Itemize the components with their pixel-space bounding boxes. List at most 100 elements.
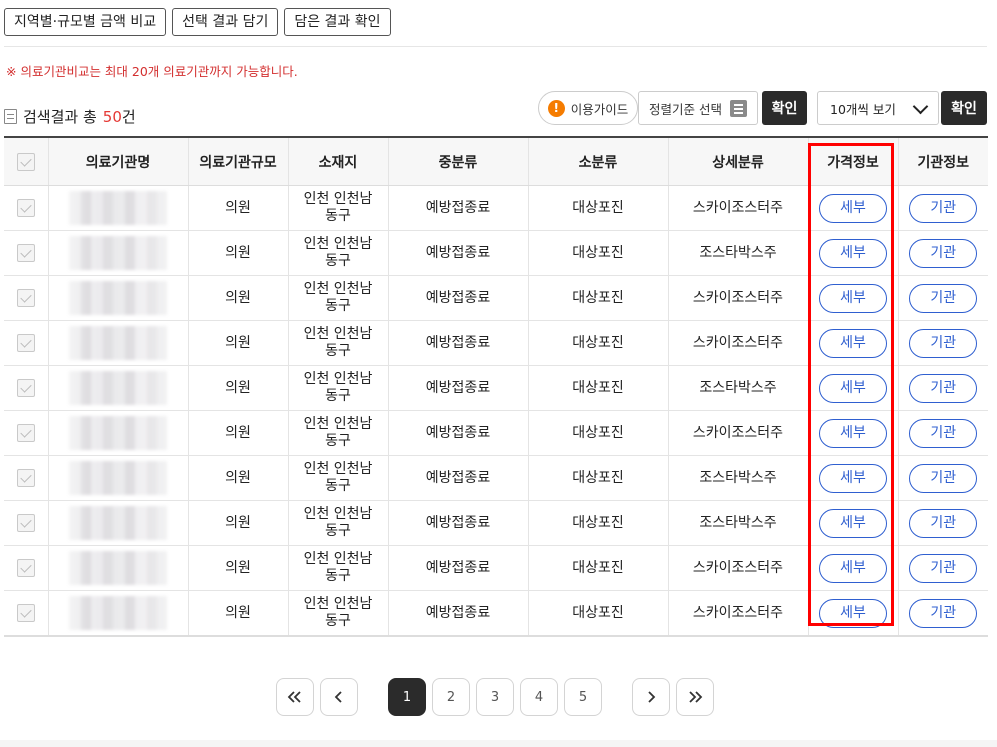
mid-category-cell: 예방접종료 [388, 455, 529, 501]
usage-guide-button[interactable]: ! 이용가이드 [538, 91, 638, 125]
price-detail-button[interactable]: 세부 [819, 508, 887, 538]
institution-name-cell [48, 365, 189, 411]
detail-category-cell: 조스타박스주 [668, 230, 809, 276]
location-line-2: 동구 [325, 343, 351, 359]
next-page-button[interactable] [632, 678, 670, 716]
institution-info-button[interactable]: 기관 [909, 193, 978, 223]
detail-category-cell: 조스타박스주 [668, 365, 809, 411]
location-line-1: 인천 인천남 [303, 416, 373, 432]
price-info-cell: 세부 [808, 455, 899, 501]
location-cell: 인천 인천남 동구 [288, 590, 389, 637]
page-1-button[interactable]: 1 [388, 678, 426, 716]
row-checkbox[interactable] [16, 559, 35, 577]
header-institution-name: 의료기관명 [48, 136, 189, 186]
per-page-confirm-button[interactable]: 확인 [941, 91, 987, 125]
location-cell: 인천 인천남 동구 [288, 320, 389, 366]
institution-info-button[interactable]: 기관 [909, 283, 978, 313]
table-row: 의원 인천 인천남 동구 예방접종료 대상포진 스카이조스터주 세부 기관 [4, 545, 988, 591]
double-chevron-left-icon [287, 691, 301, 703]
page-4-button[interactable]: 4 [520, 678, 558, 716]
last-page-button[interactable] [676, 678, 714, 716]
institution-name-cell [48, 410, 189, 456]
row-checkbox[interactable] [16, 244, 35, 262]
row-checkbox[interactable] [16, 604, 35, 622]
institution-name-cell [48, 590, 189, 637]
mid-category-cell: 예방접종료 [388, 320, 529, 366]
institution-info-button[interactable]: 기관 [909, 418, 978, 448]
table-body: 의원 인천 인천남 동구 예방접종료 대상포진 스카이조스터주 세부 기관 의원 인천 인천남 동구… [4, 185, 988, 637]
location-line-2: 동구 [325, 478, 351, 494]
institution-size-cell: 의원 [188, 185, 289, 231]
page-3-button[interactable]: 3 [476, 678, 514, 716]
price-detail-button[interactable]: 세부 [819, 463, 887, 493]
institution-info-button[interactable]: 기관 [909, 373, 978, 403]
institution-info-button[interactable]: 기관 [909, 508, 978, 538]
usage-guide-label: 이용가이드 [570, 101, 629, 117]
table-header-row: 의료기관명 의료기관규모 소재지 중분류 소분류 상세분류 가격정보 기관정보 [4, 136, 988, 186]
row-checkbox[interactable] [16, 469, 35, 487]
result-prefix: 검색결과 총 [23, 108, 97, 126]
institution-info-cell: 기관 [898, 410, 988, 456]
results-table: 의료기관명 의료기관규모 소재지 중분류 소분류 상세분류 가격정보 기관정보 … [4, 136, 988, 637]
price-detail-button[interactable]: 세부 [819, 418, 887, 448]
table-row: 의원 인천 인천남 동구 예방접종료 대상포진 스카이조스터주 세부 기관 [4, 320, 988, 366]
table-row: 의원 인천 인천남 동구 예방접종료 대상포진 조스타박스주 세부 기관 [4, 455, 988, 501]
price-info-cell: 세부 [808, 500, 899, 546]
sub-category-cell: 대상포진 [528, 455, 669, 501]
institution-info-button[interactable]: 기관 [909, 463, 978, 493]
sort-criteria-button[interactable]: 정렬기준 선택 [638, 91, 758, 125]
institution-info-button[interactable]: 기관 [909, 328, 978, 358]
institution-size-cell: 의원 [188, 545, 289, 591]
per-page-select[interactable]: 10개씩 보기 [817, 91, 939, 125]
detail-category-cell: 스카이조스터주 [668, 320, 809, 366]
institution-info-button[interactable]: 기관 [909, 598, 978, 628]
institution-info-cell: 기관 [898, 320, 988, 366]
mid-category-cell: 예방접종료 [388, 500, 529, 546]
price-info-cell: 세부 [808, 545, 899, 591]
first-page-button[interactable] [276, 678, 314, 716]
pagination: 1 2 3 4 5 [0, 678, 997, 716]
price-detail-button[interactable]: 세부 [819, 373, 887, 403]
page-5-button[interactable]: 5 [564, 678, 602, 716]
header-mid-category: 중분류 [388, 136, 529, 186]
price-info-cell: 세부 [808, 410, 899, 456]
row-checkbox[interactable] [16, 199, 35, 217]
location-line-2: 동구 [325, 388, 351, 404]
row-checkbox[interactable] [16, 289, 35, 307]
row-select-cell [4, 455, 49, 501]
blurred-institution-name [69, 506, 167, 540]
institution-info-cell: 기관 [898, 185, 988, 231]
price-detail-button[interactable]: 세부 [819, 598, 887, 628]
result-suffix: 건 [121, 108, 136, 126]
prev-page-button[interactable] [320, 678, 358, 716]
institution-info-button[interactable]: 기관 [909, 238, 978, 268]
region-size-compare-button[interactable]: 지역별·규모별 금액 비교 [4, 8, 167, 36]
price-detail-button[interactable]: 세부 [819, 193, 887, 223]
page-2-button[interactable]: 2 [432, 678, 470, 716]
sub-category-cell: 대상포진 [528, 590, 669, 637]
location-line-1: 인천 인천남 [303, 371, 373, 387]
price-detail-button[interactable]: 세부 [819, 283, 887, 313]
row-checkbox[interactable] [16, 424, 35, 442]
location-cell: 인천 인천남 동구 [288, 365, 389, 411]
institution-name-cell [48, 185, 189, 231]
row-select-cell [4, 590, 49, 637]
row-checkbox[interactable] [16, 334, 35, 352]
add-selection-button[interactable]: 선택 결과 담기 [172, 8, 279, 36]
price-detail-button[interactable]: 세부 [819, 553, 887, 583]
row-checkbox[interactable] [16, 514, 35, 532]
select-all-checkbox[interactable] [16, 152, 35, 171]
result-summary: 검색결과 총 50 건 [4, 106, 136, 127]
location-line-1: 인천 인천남 [303, 191, 373, 207]
institution-info-button[interactable]: 기관 [909, 553, 978, 583]
row-select-cell [4, 365, 49, 411]
check-saved-button[interactable]: 담은 결과 확인 [284, 8, 391, 36]
institution-size-cell: 의원 [188, 410, 289, 456]
price-detail-button[interactable]: 세부 [819, 328, 887, 358]
sort-confirm-button[interactable]: 확인 [762, 91, 807, 125]
institution-size-cell: 의원 [188, 230, 289, 276]
price-detail-button[interactable]: 세부 [819, 238, 887, 268]
table-row: 의원 인천 인천남 동구 예방접종료 대상포진 조스타박스주 세부 기관 [4, 230, 988, 276]
institution-info-cell: 기관 [898, 365, 988, 411]
row-checkbox[interactable] [16, 379, 35, 397]
